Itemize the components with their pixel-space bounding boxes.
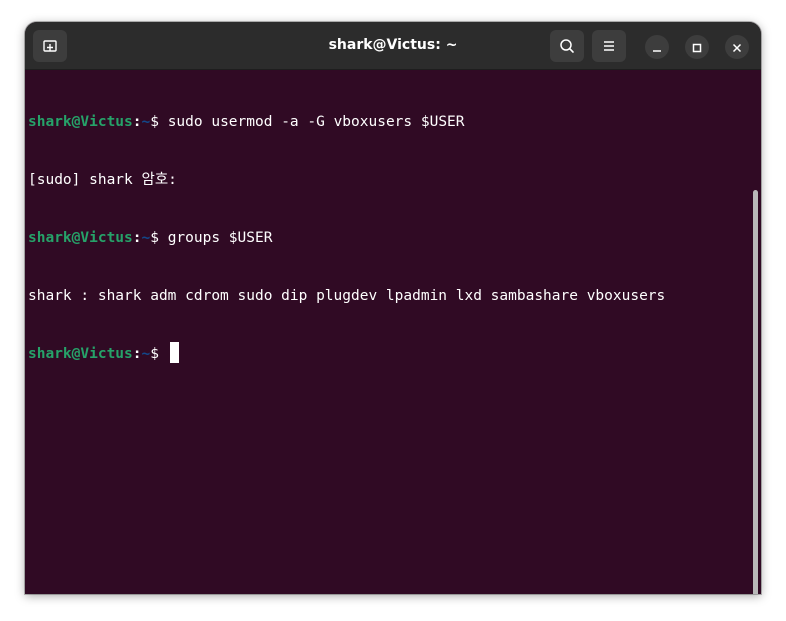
prompt-user: shark@Victus bbox=[28, 346, 133, 362]
menu-button[interactable] bbox=[592, 30, 626, 62]
text-cursor bbox=[169, 342, 179, 363]
scrollbar[interactable] bbox=[753, 190, 758, 594]
prompt-symbol: $ bbox=[150, 114, 168, 130]
prompt-path: ~ bbox=[141, 114, 151, 130]
prompt-colon: : bbox=[132, 346, 142, 362]
hamburger-menu-icon bbox=[602, 39, 616, 53]
prompt-path: ~ bbox=[141, 346, 151, 362]
terminal-line-prompt: shark@Victus:~$ sudo usermod -a -G vboxu… bbox=[28, 109, 665, 135]
prompt-user: shark@Victus bbox=[28, 230, 133, 246]
prompt-user: shark@Victus bbox=[28, 114, 133, 130]
new-tab-button[interactable] bbox=[33, 30, 67, 62]
command-text: sudo usermod -a -G vboxusers $USER bbox=[167, 114, 465, 130]
prompt-path: ~ bbox=[141, 230, 151, 246]
terminal-output: shark@Victus:~$ sudo usermod -a -G vboxu… bbox=[28, 77, 665, 399]
terminal-window: shark@Victus: ~ shark@Victus:~$ sudo use… bbox=[25, 22, 761, 594]
maximize-icon bbox=[692, 38, 702, 57]
terminal-line-output: shark : shark adm cdrom sudo dip plugdev… bbox=[28, 288, 666, 304]
search-icon bbox=[559, 38, 575, 54]
prompt-symbol: $ bbox=[150, 346, 168, 362]
terminal-area[interactable]: shark@Victus:~$ sudo usermod -a -G vboxu… bbox=[25, 70, 761, 594]
new-tab-icon bbox=[42, 38, 58, 54]
prompt-colon: : bbox=[132, 230, 142, 246]
titlebar: shark@Victus: ~ bbox=[25, 22, 761, 70]
terminal-line-prompt: shark@Victus:~$ bbox=[28, 341, 665, 367]
command-text: groups $USER bbox=[167, 230, 273, 246]
terminal-line-prompt: shark@Victus:~$ groups $USER bbox=[28, 225, 665, 251]
prompt-colon: : bbox=[132, 114, 142, 130]
close-icon bbox=[732, 38, 742, 57]
terminal-line-output: [sudo] shark 암호: bbox=[28, 172, 177, 188]
search-button[interactable] bbox=[550, 30, 584, 62]
prompt-symbol: $ bbox=[150, 230, 168, 246]
maximize-button[interactable] bbox=[685, 35, 709, 59]
close-button[interactable] bbox=[725, 35, 749, 59]
minimize-icon bbox=[652, 38, 662, 57]
minimize-button[interactable] bbox=[645, 35, 669, 59]
